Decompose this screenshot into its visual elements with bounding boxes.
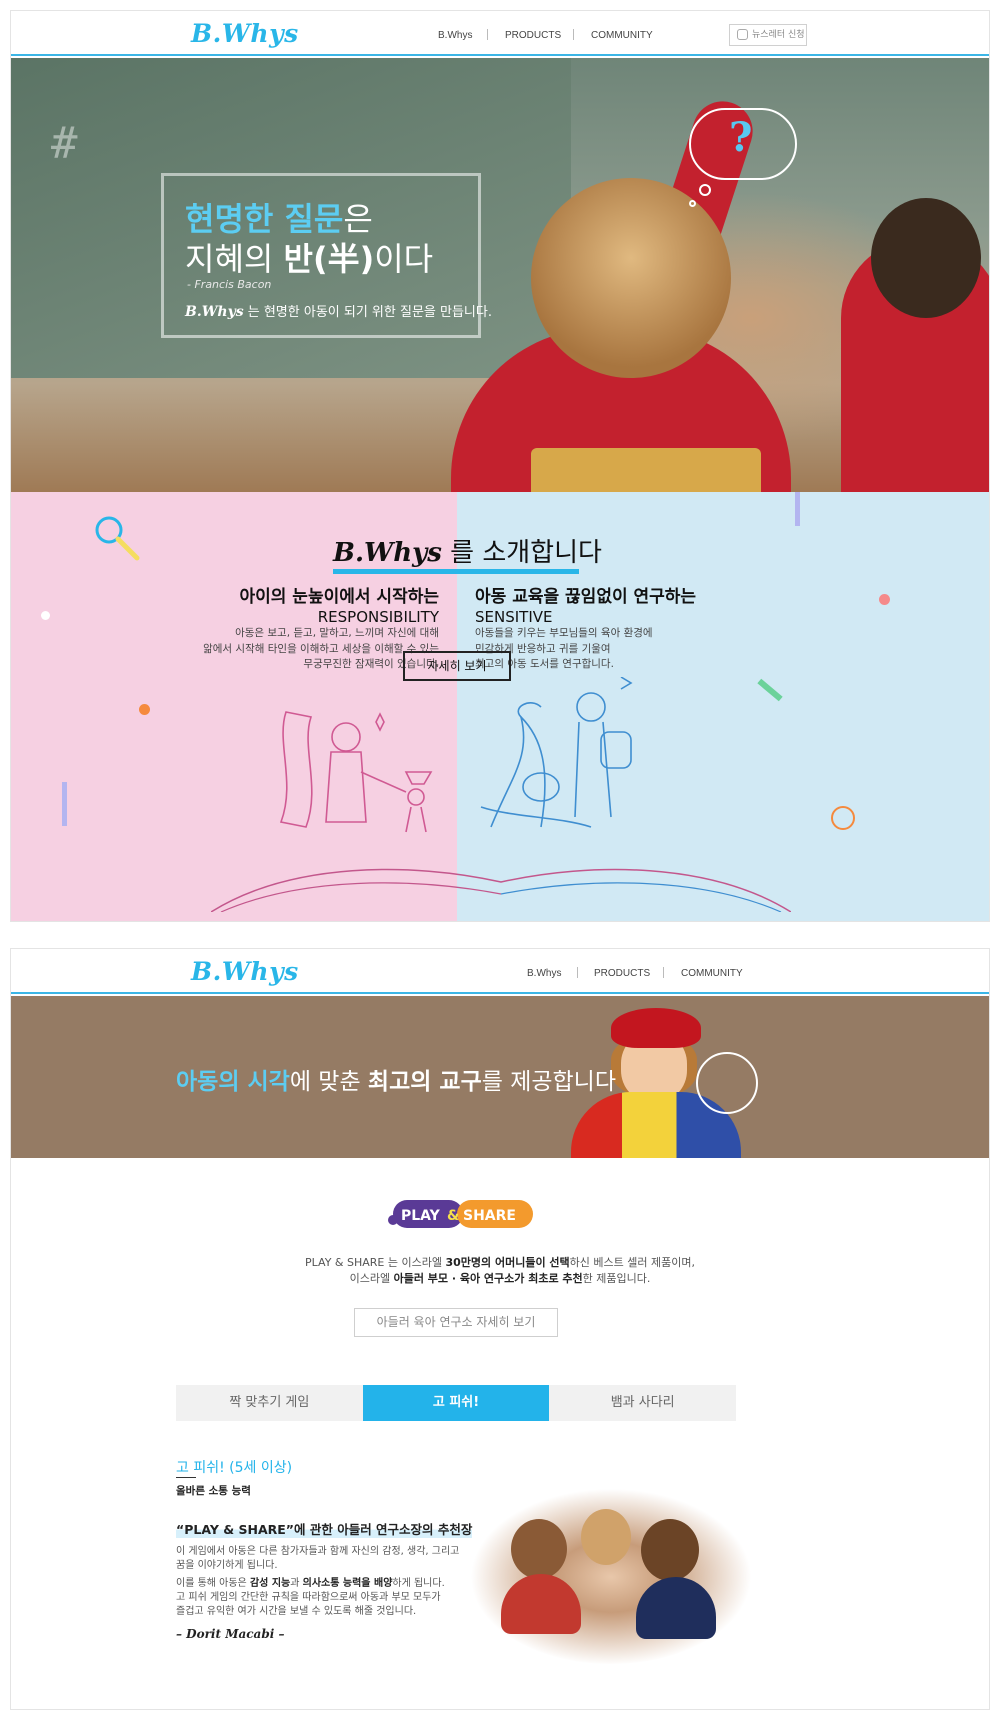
recommendation-title: “PLAY & SHARE”에 관한 아들러 연구소장의 추천장 xyxy=(176,1519,473,1538)
photo-child xyxy=(581,1509,631,1565)
hero-tagline: B.Whys 는 현명한 아동이 되기 위한 질문을 만듭니다. xyxy=(185,304,492,320)
hero-photo-boy-head xyxy=(871,198,981,318)
tab-go-fish[interactable]: 고 피쉬! xyxy=(362,1385,550,1421)
nav-divider xyxy=(487,29,488,40)
photo-child-shirt xyxy=(501,1574,581,1634)
game-title: 고 피쉬! (5세 이상) xyxy=(176,1460,293,1476)
nav-products[interactable]: PRODUCTS xyxy=(594,968,650,979)
intro-title: B.Whys 를 소개합니다 xyxy=(333,538,602,568)
hero-photo-desk xyxy=(531,448,761,492)
intro-section: B.Whys 를 소개합니다 아이의 눈높이에서 시작하는 RESPONSIBI… xyxy=(11,492,989,921)
thought-bubble-dot xyxy=(699,184,711,196)
photo-child xyxy=(511,1519,567,1579)
play-share-description-line-1: PLAY & SHARE 는 이스라엘 30만명의 어머니들이 선택하신 베스트… xyxy=(305,1256,695,1269)
bar-decoration xyxy=(795,492,800,526)
nav-community[interactable]: COMMUNITY xyxy=(591,30,653,41)
game-tabs: 짝 맞추기 게임 고 피쉬! 뱀과 사다리 xyxy=(176,1385,737,1421)
magnifier-icon xyxy=(95,516,140,561)
nav-bwhys[interactable]: B.Whys xyxy=(438,30,472,41)
hero-banner: # ? 현명한 질문은 지혜의 반(半)이다 - Francis Bacon B… xyxy=(11,58,989,492)
sensitive-illustration xyxy=(480,677,633,828)
tab-matching-game[interactable]: 짝 맞추기 게임 xyxy=(176,1385,363,1421)
sensitive-heading: 아동 교육을 끊임없이 연구하는 xyxy=(475,587,697,607)
banner-photo-kid-beret xyxy=(611,1008,701,1048)
intro-title-underline xyxy=(333,569,579,574)
signature: – Dorit Macabi – xyxy=(176,1627,285,1641)
newsletter-label: 뉴스레터 신청 xyxy=(752,30,805,40)
quote-line-2: 지혜의 반(半)이다 xyxy=(185,240,434,278)
site-header: B.Whys B.Whys PRODUCTS COMMUNITY 뉴스레터 신청 xyxy=(11,11,989,56)
newsletter-button[interactable]: 뉴스레터 신청 xyxy=(729,24,807,46)
globe-icon xyxy=(696,1052,758,1114)
nav-divider xyxy=(573,29,574,40)
dot-decoration xyxy=(139,704,150,715)
products-banner: 아동의 시각에 맞춘 최고의 교구를 제공합니다 xyxy=(11,996,989,1158)
children-playing-photo xyxy=(471,1489,751,1664)
logo-amp-text: & xyxy=(447,1208,459,1224)
play-share-logo: PLAY & SHARE xyxy=(388,1200,533,1228)
game-skill: 올바른 소통 능력 xyxy=(176,1485,251,1497)
logo[interactable]: B.Whys xyxy=(191,957,299,986)
site-header: B.Whys B.Whys PRODUCTS COMMUNITY xyxy=(11,949,989,994)
research-institute-button[interactable]: 아들러 육아 연구소 자세히 보기 xyxy=(354,1308,558,1337)
nav-bwhys[interactable]: B.Whys xyxy=(527,968,561,979)
thought-bubble-dot xyxy=(689,200,696,207)
quote-author: - Francis Bacon xyxy=(187,278,272,291)
responsibility-heading: 아이의 눈높이에서 시작하는 xyxy=(239,587,439,607)
dot-decoration xyxy=(41,611,50,620)
game-title-divider xyxy=(176,1477,196,1478)
nav-divider xyxy=(577,967,578,978)
question-mark-icon: ? xyxy=(729,114,753,161)
photo-child xyxy=(641,1519,699,1581)
tic-tac-toe-doodle: # xyxy=(51,118,78,169)
sensitive-label: SENSITIVE xyxy=(475,608,553,626)
ring-decoration xyxy=(831,806,855,830)
dot-decoration xyxy=(879,594,890,605)
responsibility-label: RESPONSIBILITY xyxy=(317,608,439,626)
bar-decoration xyxy=(62,782,67,826)
play-share-description-line-2: 이스라엘 아들러 부모 · 육아 연구소가 최초로 추천한 제품입니다. xyxy=(349,1272,651,1285)
nav-divider xyxy=(663,967,664,978)
open-book-illustration xyxy=(211,868,791,912)
responsibility-illustration xyxy=(279,711,433,833)
tab-snakes-ladders[interactable]: 뱀과 사다리 xyxy=(549,1385,737,1421)
products-banner-headline: 아동의 시각에 맞춘 최고의 교구를 제공합니다 xyxy=(176,1069,617,1095)
hero-photo-girl-hair xyxy=(531,178,731,378)
logo[interactable]: B.Whys xyxy=(191,19,299,48)
page-screen-products: B.Whys B.Whys PRODUCTS COMMUNITY 아동의 시각에… xyxy=(10,948,990,1710)
logo-play-text: PLAY xyxy=(401,1208,441,1224)
newsletter-icon xyxy=(737,29,748,40)
logo-share-text: SHARE xyxy=(463,1208,516,1224)
recommendation-paragraph-1: 이 게임에서 아동은 다른 참가자들과 함께 자신의 감정, 생각, 그리고 꿈… xyxy=(176,1546,460,1571)
recommendation-paragraph-2: 이를 통해 아동은 감성 지능과 의사소통 능력을 배양하게 됩니다. 고 피쉬… xyxy=(176,1578,445,1617)
nav-community[interactable]: COMMUNITY xyxy=(681,968,743,979)
photo-child-dress xyxy=(636,1577,716,1639)
page-screen-main: B.Whys B.Whys PRODUCTS COMMUNITY 뉴스레터 신청… xyxy=(10,10,990,922)
nav-products[interactable]: PRODUCTS xyxy=(505,30,561,41)
